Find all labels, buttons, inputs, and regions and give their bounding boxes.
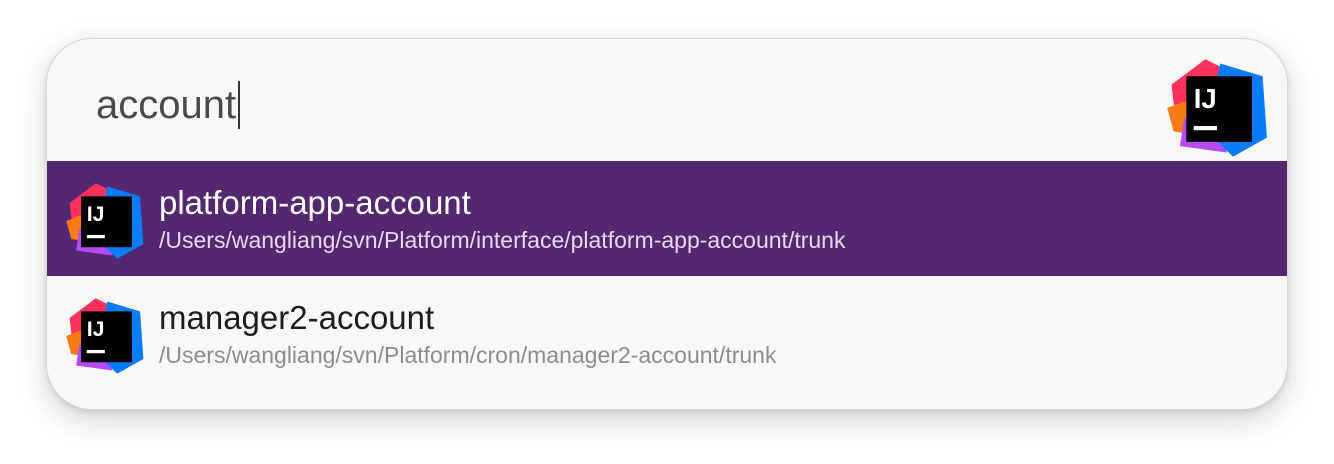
icon-glyph-text: IJ bbox=[87, 317, 105, 341]
launcher-panel: account IJ IJ platform-app-account /User… bbox=[46, 38, 1288, 410]
intellij-idea-icon: IJ bbox=[63, 180, 145, 262]
result-item-platform-app-account[interactable]: IJ platform-app-account /Users/wangliang… bbox=[47, 161, 1287, 276]
icon-glyph-text: IJ bbox=[1194, 83, 1217, 114]
result-path: /Users/wangliang/svn/Platform/interface/… bbox=[159, 227, 846, 253]
result-title: platform-app-account bbox=[159, 184, 471, 221]
search-row: account IJ bbox=[47, 39, 1287, 161]
search-input[interactable]: account bbox=[96, 79, 241, 131]
result-item-manager2-account[interactable]: IJ manager2-account /Users/wangliang/svn… bbox=[47, 276, 1287, 391]
intellij-idea-icon: IJ bbox=[1163, 55, 1269, 161]
result-title: manager2-account bbox=[159, 299, 435, 336]
intellij-idea-icon: IJ bbox=[63, 295, 145, 377]
text-caret bbox=[238, 81, 241, 129]
result-path: /Users/wangliang/svn/Platform/cron/manag… bbox=[159, 342, 777, 368]
search-query-text: account bbox=[96, 83, 237, 127]
icon-glyph-text: IJ bbox=[87, 202, 105, 226]
